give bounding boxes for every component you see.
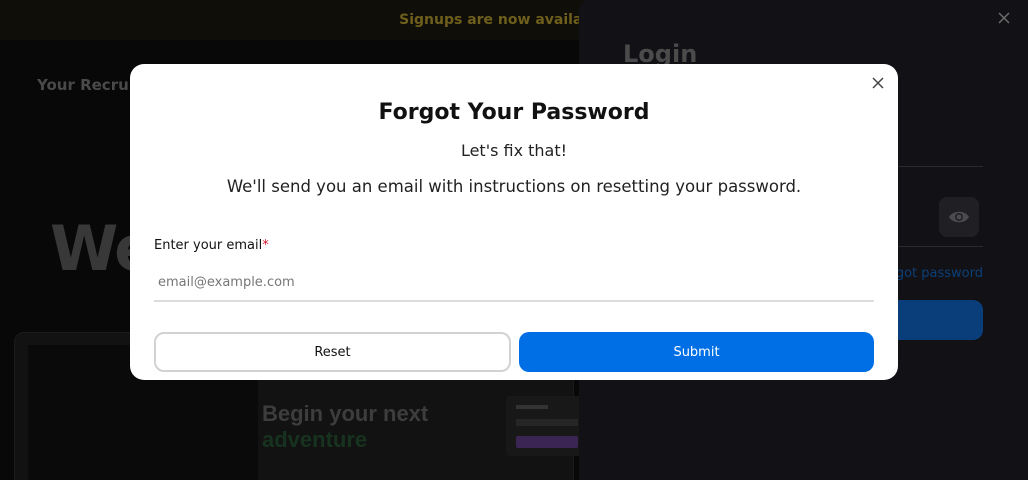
forgot-password-modal: Forgot Your Password Let's fix that! We'… [130, 64, 898, 380]
reset-button[interactable]: Reset [154, 332, 511, 372]
promo-preview-line [516, 405, 548, 409]
promo-preview-input [516, 419, 578, 426]
modal-close-button[interactable] [870, 76, 886, 92]
drawer-close-button[interactable] [998, 10, 1010, 28]
modal-subtitle: Let's fix that! [460, 141, 568, 160]
submit-button[interactable]: Submit [519, 332, 874, 372]
email-label-text: Enter your email [154, 238, 263, 253]
eye-icon [949, 211, 969, 223]
promo-preview-button [516, 436, 578, 448]
password-field-underline [898, 246, 983, 247]
email-input[interactable] [154, 264, 874, 302]
forgot-password-link-text: Forgot password? [886, 266, 983, 281]
forgot-password-link[interactable]: Forgot password? [886, 266, 983, 281]
toggle-password-visibility[interactable] [939, 197, 979, 237]
modal-description: We'll send you an email with instruction… [226, 177, 802, 196]
close-icon [998, 12, 1010, 24]
promo-heading: Begin your next [262, 401, 429, 426]
close-icon [872, 76, 884, 89]
modal-title: Forgot Your Password [378, 100, 650, 125]
required-marker: * [262, 238, 269, 253]
email-label: Enter your email* [154, 238, 269, 253]
login-field-underline [898, 166, 983, 167]
brand-name: Your Recruit [37, 76, 142, 94]
promo-heading-accent: adventure [262, 427, 368, 452]
